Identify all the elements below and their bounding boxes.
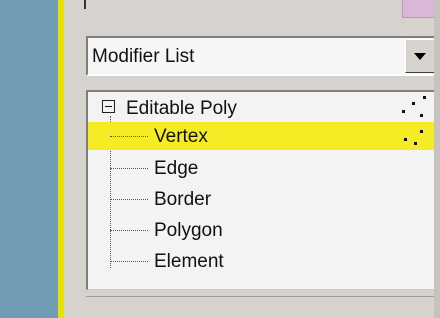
stack-item-label: Border bbox=[154, 189, 212, 210]
panel-scroll-edge bbox=[434, 0, 440, 318]
stack-item-label: Edge bbox=[154, 158, 199, 179]
tree-branch bbox=[110, 261, 148, 262]
chevron-down-icon bbox=[414, 53, 426, 60]
stack-item-editable-poly[interactable]: Editable Poly bbox=[88, 94, 438, 122]
vertex-dots-icon bbox=[400, 94, 428, 118]
panel-divider bbox=[86, 296, 438, 297]
stack-item-border[interactable]: Border bbox=[88, 185, 438, 213]
panel-top-mark bbox=[84, 0, 86, 9]
modifier-list-selected: Modifier List bbox=[92, 46, 195, 67]
modify-panel: Modifier List Editable Poly Vertex Edge … bbox=[64, 0, 440, 318]
modifier-list-dropdown[interactable]: Modifier List bbox=[86, 36, 438, 76]
tree-branch bbox=[110, 199, 148, 200]
tree-branch bbox=[110, 136, 148, 137]
tree-branch bbox=[110, 168, 148, 169]
viewport-edge bbox=[0, 0, 58, 318]
stack-item-edge[interactable]: Edge bbox=[88, 154, 438, 182]
stack-item-label: Element bbox=[154, 251, 224, 272]
vertex-dots-icon bbox=[402, 124, 430, 148]
tree-branch bbox=[110, 230, 148, 231]
dropdown-button[interactable] bbox=[405, 39, 435, 73]
object-color-swatch[interactable] bbox=[402, 0, 437, 18]
collapse-toggle-icon[interactable] bbox=[102, 100, 115, 113]
stack-item-label: Polygon bbox=[154, 220, 223, 241]
stack-item-vertex[interactable]: Vertex bbox=[88, 122, 438, 150]
stack-item-element[interactable]: Element bbox=[88, 247, 438, 275]
stack-item-label: Vertex bbox=[154, 126, 208, 147]
modifier-stack: Editable Poly Vertex Edge Border Polygon… bbox=[86, 90, 438, 290]
stack-item-label: Editable Poly bbox=[126, 98, 237, 119]
stack-item-polygon[interactable]: Polygon bbox=[88, 216, 438, 244]
